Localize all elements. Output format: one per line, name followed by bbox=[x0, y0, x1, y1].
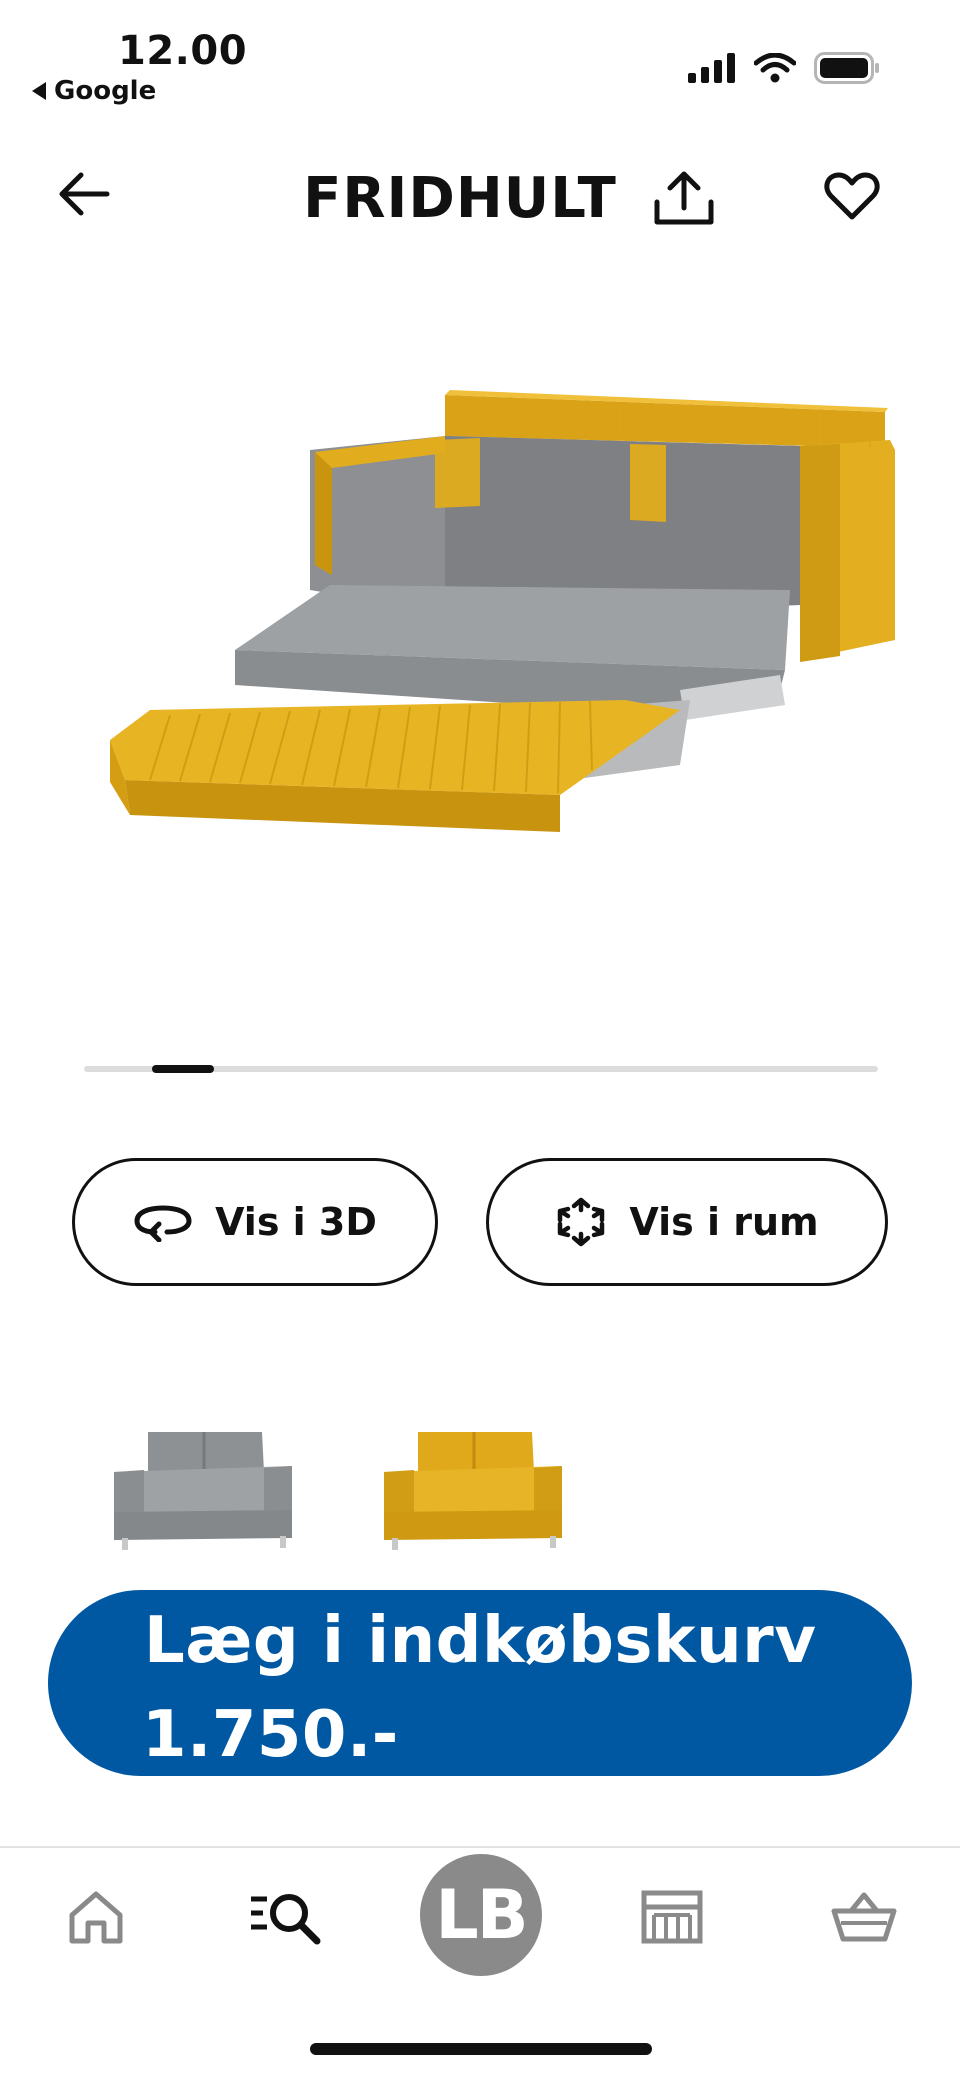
view-3d-label: Vis i 3D bbox=[215, 1200, 377, 1244]
back-app-label: Google bbox=[54, 76, 157, 106]
view-3d-button[interactable]: Vis i 3D bbox=[72, 1158, 438, 1286]
back-triangle-icon bbox=[32, 82, 46, 100]
back-button[interactable] bbox=[52, 162, 116, 226]
back-to-app-link[interactable]: Google bbox=[32, 76, 156, 106]
sofa-bed-illustration bbox=[110, 390, 895, 832]
variant-yellow-thumbnail[interactable] bbox=[374, 1420, 574, 1560]
status-icons bbox=[688, 52, 880, 84]
profile-avatar[interactable]: LB bbox=[420, 1854, 542, 1976]
product-price: 1.750.- bbox=[142, 1698, 399, 1772]
status-time: 12.00 bbox=[118, 28, 248, 74]
basket-icon bbox=[831, 1892, 897, 1942]
wifi-icon bbox=[754, 53, 796, 83]
augmented-reality-icon bbox=[558, 1197, 605, 1247]
add-to-cart-button[interactable]: Læg i indkøbskurv 1.750.- bbox=[48, 1590, 912, 1776]
carousel-position-indicator bbox=[152, 1065, 214, 1073]
nav-basket[interactable] bbox=[824, 1880, 904, 1954]
yellow-sofa-thumbnail bbox=[384, 1432, 562, 1550]
favourite-button[interactable] bbox=[820, 164, 884, 228]
stores-icon bbox=[641, 1890, 703, 1944]
page-title: FRIDHULT bbox=[303, 166, 617, 231]
search-icon bbox=[251, 1894, 321, 1945]
home-icon bbox=[69, 1891, 123, 1944]
product-image[interactable] bbox=[40, 370, 920, 870]
nav-search[interactable] bbox=[246, 1880, 326, 1954]
back-arrow-icon bbox=[59, 172, 110, 216]
nav-home[interactable] bbox=[56, 1880, 136, 1954]
share-icon bbox=[654, 171, 714, 225]
heart-icon bbox=[824, 172, 880, 220]
bottom-nav-divider bbox=[0, 1846, 960, 1848]
grey-sofa-thumbnail bbox=[114, 1432, 292, 1550]
cellular-signal-icon bbox=[688, 53, 735, 83]
battery-icon bbox=[814, 52, 879, 84]
home-indicator[interactable] bbox=[310, 2043, 652, 2055]
add-to-cart-label: Læg i indkøbskurv bbox=[144, 1604, 817, 1678]
nav-stores[interactable] bbox=[632, 1880, 712, 1954]
view-in-room-button[interactable]: Vis i rum bbox=[486, 1158, 888, 1286]
share-button[interactable] bbox=[652, 166, 716, 230]
view-in-room-label: Vis i rum bbox=[629, 1200, 819, 1244]
variant-grey-thumbnail[interactable] bbox=[104, 1420, 304, 1560]
rotate-3d-icon bbox=[134, 1205, 192, 1242]
